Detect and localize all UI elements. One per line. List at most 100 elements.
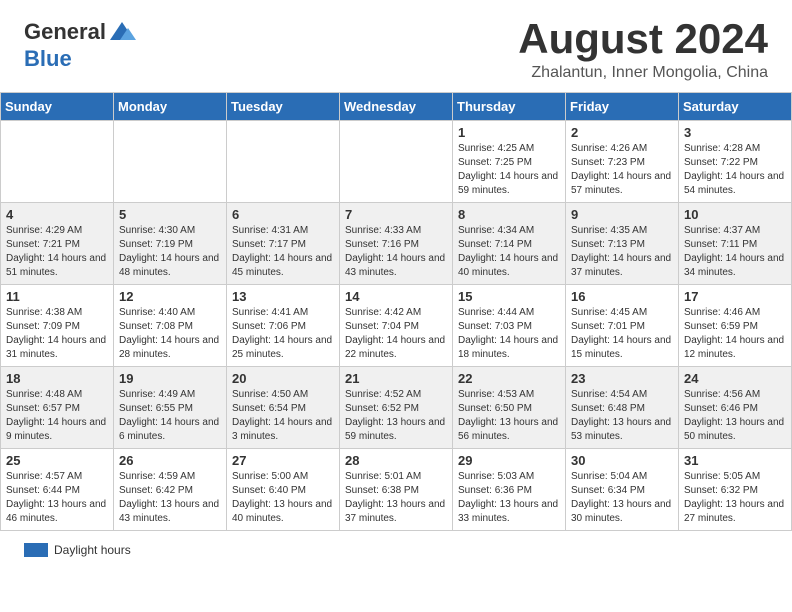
day-info: Sunrise: 4:56 AM Sunset: 6:46 PM Dayligh… — [684, 388, 786, 444]
location-subtitle: Zhalantun, Inner Mongolia, China — [518, 64, 768, 82]
calendar-cell: 11 Sunrise: 4:38 AM Sunset: 7:09 PM Dayli… — [1, 285, 114, 367]
day-info: Sunrise: 4:35 AM Sunset: 7:13 PM Dayligh… — [571, 224, 673, 280]
calendar-cell: 26 Sunrise: 4:59 AM Sunset: 6:42 PM Dayli… — [114, 449, 227, 531]
day-info: Sunrise: 4:29 AM Sunset: 7:21 PM Dayligh… — [6, 224, 108, 280]
calendar-cell: 3 Sunrise: 4:28 AM Sunset: 7:22 PM Daylig… — [679, 121, 792, 203]
day-number: 14 — [345, 289, 447, 304]
logo-icon — [108, 18, 136, 46]
calendar-cell: 18 Sunrise: 4:48 AM Sunset: 6:57 PM Dayli… — [1, 367, 114, 449]
calendar-cell: 22 Sunrise: 4:53 AM Sunset: 6:50 PM Dayli… — [453, 367, 566, 449]
title-block: August 2024 Zhalantun, Inner Mongolia, C… — [518, 18, 768, 82]
calendar-cell: 20Sunrise: 4:50 AM Sunset: 6:54 PM Dayli… — [227, 367, 340, 449]
calendar-cell: 30Sunrise: 5:04 AM Sunset: 6:34 PM Dayli… — [566, 449, 679, 531]
calendar-header-friday: Friday — [566, 93, 679, 121]
calendar-table: SundayMondayTuesdayWednesdayThursdayFrid… — [0, 92, 792, 531]
calendar-cell: 8 Sunrise: 4:34 AM Sunset: 7:14 PM Daylig… — [453, 203, 566, 285]
calendar-cell: 29 Sunrise: 5:03 AM Sunset: 6:36 PM Dayli… — [453, 449, 566, 531]
calendar-cell: 21 Sunrise: 4:52 AM Sunset: 6:52 PM Dayli… — [340, 367, 453, 449]
calendar-cell — [1, 121, 114, 203]
day-number: 17 — [684, 289, 786, 304]
day-info: Sunrise: 4:59 AM Sunset: 6:42 PM Dayligh… — [119, 470, 221, 526]
day-number: 18 — [6, 371, 108, 386]
page-header: General Blue August 2024 Zhalantun, Inne… — [0, 0, 792, 92]
calendar-cell: 23 Sunrise: 4:54 AM Sunset: 6:48 PM Dayli… — [566, 367, 679, 449]
day-info: Sunrise: 4:45 AM Sunset: 7:01 PM Dayligh… — [571, 306, 673, 362]
day-number: 11 — [6, 289, 108, 304]
day-number: 28 — [345, 453, 447, 468]
day-number: 26 — [119, 453, 221, 468]
day-number: 10 — [684, 207, 786, 222]
day-info: Sunrise: 4:48 AM Sunset: 6:57 PM Dayligh… — [6, 388, 108, 444]
day-info: Sunrise: 4:54 AM Sunset: 6:48 PM Dayligh… — [571, 388, 673, 444]
calendar-cell: 16Sunrise: 4:45 AM Sunset: 7:01 PM Dayli… — [566, 285, 679, 367]
day-info: Sunrise: 4:52 AM Sunset: 6:52 PM Dayligh… — [345, 388, 447, 444]
day-number: 30 — [571, 453, 673, 468]
daylight-legend-box — [24, 543, 48, 557]
calendar-cell: 19 Sunrise: 4:49 AM Sunset: 6:55 PM Dayli… — [114, 367, 227, 449]
day-info: Sunrise: 5:01 AM Sunset: 6:38 PM Dayligh… — [345, 470, 447, 526]
day-number: 29 — [458, 453, 560, 468]
day-info: Sunrise: 4:33 AM Sunset: 7:16 PM Dayligh… — [345, 224, 447, 280]
day-number: 25 — [6, 453, 108, 468]
calendar-cell: 27 Sunrise: 5:00 AM Sunset: 6:40 PM Dayli… — [227, 449, 340, 531]
day-number: 7 — [345, 207, 447, 222]
day-number: 13 — [232, 289, 334, 304]
day-number: 12 — [119, 289, 221, 304]
day-info: Sunrise: 4:57 AM Sunset: 6:44 PM Dayligh… — [6, 470, 108, 526]
day-number: 20 — [232, 371, 334, 386]
day-info: Sunrise: 4:30 AM Sunset: 7:19 PM Dayligh… — [119, 224, 221, 280]
day-info: Sunrise: 4:42 AM Sunset: 7:04 PM Dayligh… — [345, 306, 447, 362]
day-info: Sunrise: 5:03 AM Sunset: 6:36 PM Dayligh… — [458, 470, 560, 526]
day-number: 22 — [458, 371, 560, 386]
calendar-cell: 7 Sunrise: 4:33 AM Sunset: 7:16 PM Daylig… — [340, 203, 453, 285]
day-info: Sunrise: 4:25 AM Sunset: 7:25 PM Dayligh… — [458, 142, 560, 198]
calendar-week-row: 1Sunrise: 4:25 AM Sunset: 7:25 PM Daylig… — [1, 121, 792, 203]
day-number: 24 — [684, 371, 786, 386]
day-number: 6 — [232, 207, 334, 222]
calendar-header-row: SundayMondayTuesdayWednesdayThursdayFrid… — [1, 93, 792, 121]
calendar-week-row: 11 Sunrise: 4:38 AM Sunset: 7:09 PM Dayli… — [1, 285, 792, 367]
calendar-cell: 25 Sunrise: 4:57 AM Sunset: 6:44 PM Dayli… — [1, 449, 114, 531]
daylight-legend-label: Daylight hours — [54, 543, 131, 557]
day-info: Sunrise: 5:00 AM Sunset: 6:40 PM Dayligh… — [232, 470, 334, 526]
day-info: Sunrise: 5:05 AM Sunset: 6:32 PM Dayligh… — [684, 470, 786, 526]
calendar-cell: 1Sunrise: 4:25 AM Sunset: 7:25 PM Daylig… — [453, 121, 566, 203]
logo-blue-text: Blue — [24, 46, 72, 72]
footer: Daylight hours — [0, 539, 792, 561]
calendar-header-sunday: Sunday — [1, 93, 114, 121]
calendar-cell: 10 Sunrise: 4:37 AM Sunset: 7:11 PM Dayli… — [679, 203, 792, 285]
day-number: 2 — [571, 125, 673, 140]
calendar-cell: 12Sunrise: 4:40 AM Sunset: 7:08 PM Dayli… — [114, 285, 227, 367]
calendar-header-wednesday: Wednesday — [340, 93, 453, 121]
calendar-week-row: 25 Sunrise: 4:57 AM Sunset: 6:44 PM Dayli… — [1, 449, 792, 531]
calendar-header-monday: Monday — [114, 93, 227, 121]
day-number: 9 — [571, 207, 673, 222]
calendar-cell: 9 Sunrise: 4:35 AM Sunset: 7:13 PM Daylig… — [566, 203, 679, 285]
calendar-header-thursday: Thursday — [453, 93, 566, 121]
day-info: Sunrise: 4:38 AM Sunset: 7:09 PM Dayligh… — [6, 306, 108, 362]
calendar-cell: 24 Sunrise: 4:56 AM Sunset: 6:46 PM Dayli… — [679, 367, 792, 449]
day-info: Sunrise: 4:53 AM Sunset: 6:50 PM Dayligh… — [458, 388, 560, 444]
day-number: 8 — [458, 207, 560, 222]
day-info: Sunrise: 4:37 AM Sunset: 7:11 PM Dayligh… — [684, 224, 786, 280]
calendar-header-saturday: Saturday — [679, 93, 792, 121]
day-number: 19 — [119, 371, 221, 386]
day-info: Sunrise: 4:34 AM Sunset: 7:14 PM Dayligh… — [458, 224, 560, 280]
calendar-cell: 5Sunrise: 4:30 AM Sunset: 7:19 PM Daylig… — [114, 203, 227, 285]
calendar-cell: 15Sunrise: 4:44 AM Sunset: 7:03 PM Dayli… — [453, 285, 566, 367]
calendar-cell: 28 Sunrise: 5:01 AM Sunset: 6:38 PM Dayli… — [340, 449, 453, 531]
day-info: Sunrise: 4:44 AM Sunset: 7:03 PM Dayligh… — [458, 306, 560, 362]
calendar-cell — [340, 121, 453, 203]
calendar-cell: 31 Sunrise: 5:05 AM Sunset: 6:32 PM Dayli… — [679, 449, 792, 531]
calendar-cell: 6 Sunrise: 4:31 AM Sunset: 7:17 PM Daylig… — [227, 203, 340, 285]
day-number: 27 — [232, 453, 334, 468]
day-number: 31 — [684, 453, 786, 468]
day-info: Sunrise: 4:31 AM Sunset: 7:17 PM Dayligh… — [232, 224, 334, 280]
day-info: Sunrise: 4:49 AM Sunset: 6:55 PM Dayligh… — [119, 388, 221, 444]
day-number: 23 — [571, 371, 673, 386]
day-number: 21 — [345, 371, 447, 386]
logo: General Blue — [24, 18, 136, 72]
calendar-cell: 17Sunrise: 4:46 AM Sunset: 6:59 PM Dayli… — [679, 285, 792, 367]
day-info: Sunrise: 4:28 AM Sunset: 7:22 PM Dayligh… — [684, 142, 786, 198]
day-number: 3 — [684, 125, 786, 140]
